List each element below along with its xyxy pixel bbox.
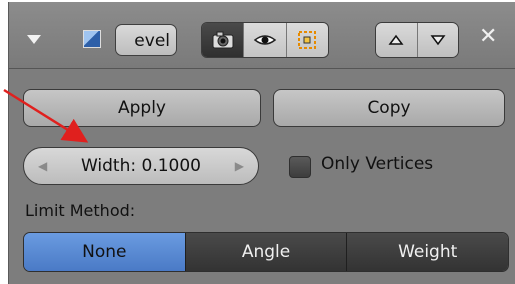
modifier-header: evel ✕ [9,2,515,69]
editmode-icon [298,31,317,49]
copy-button[interactable]: Copy [273,89,505,127]
width-value: Width: 0.1000 [80,156,201,176]
close-icon[interactable]: ✕ [479,26,497,48]
viewport-eye-icon [253,35,277,45]
disclosure-triangle-icon[interactable] [27,35,41,44]
width-field[interactable]: ◀ Width: 0.1000 ▶ [23,147,259,185]
limit-method-label: Limit Method: [25,201,136,220]
limit-none-button[interactable]: None [24,233,185,271]
editmode-toggle[interactable] [285,23,328,57]
modifier-name-field[interactable]: evel [115,24,177,56]
render-toggle[interactable] [202,23,244,57]
viewport-toggle[interactable] [243,23,286,57]
move-buttons [375,22,459,58]
move-up-button[interactable] [376,23,417,57]
move-down-button[interactable] [416,23,458,57]
only-vertices-checkbox[interactable] [289,156,311,178]
move-down-icon [430,35,446,46]
render-camera-icon [212,31,234,49]
bevel-modifier-icon [83,30,101,48]
visibility-toggles [201,22,329,58]
limit-method-selector: None Angle Weight [23,232,509,272]
only-vertices-label: Only Vertices [321,154,434,174]
modifier-panel: evel ✕ Apply Copy ◀ Width: 0.1000 ▶ Only… [8,2,515,284]
apply-button[interactable]: Apply [23,89,261,127]
move-up-icon [388,34,404,45]
limit-weight-button[interactable]: Weight [346,233,508,271]
increment-arrow-icon[interactable]: ▶ [235,159,244,173]
limit-angle-button[interactable]: Angle [184,233,347,271]
decrement-arrow-icon[interactable]: ◀ [38,159,47,173]
